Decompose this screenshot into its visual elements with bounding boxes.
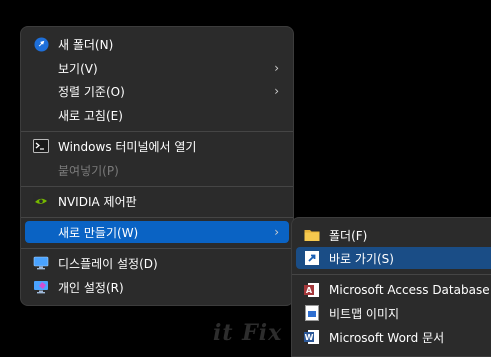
view-item[interactable]: 보기(V) › [25,57,289,79]
access-database-subitem[interactable]: A Microsoft Access Database [296,279,491,301]
shortcut-subitem[interactable]: 바로 가기(S) [296,247,491,269]
personalize-item[interactable]: 개인 설정(R) [25,276,289,298]
new-submenu: 폴더(F) 바로 가기(S) A Microsoft Access Databa… [291,217,491,357]
terminal-icon [33,138,49,154]
chevron-right-icon: › [274,84,279,98]
new-folder-item[interactable]: 새 폴더(N) [25,33,289,55]
personalize-label: 개인 설정(R) [58,280,124,295]
refresh-item[interactable]: 새로 고침(E) [25,104,289,126]
nvidia-control-panel-item[interactable]: NVIDIA 제어판 [25,190,289,212]
word-icon: W [304,329,320,345]
shortcut-label: 바로 가기(S) [329,251,394,266]
bitmap-image-subitem[interactable]: 비트맵 이미지 [296,302,491,324]
paste-label: 붙여넣기(P) [58,163,119,178]
sort-by-label: 정렬 기준(O) [58,84,125,99]
desktop-context-menu: 새 폴더(N) 보기(V) › 정렬 기준(O) › 새로 고침(E) Wind… [20,26,294,306]
new-label: 새로 만들기(W) [58,225,139,240]
separator [21,186,293,187]
separator [21,131,293,132]
svg-text:A: A [306,286,313,295]
terminal-label: Windows 터미널에서 열기 [58,139,197,154]
watermark: it Fix [213,320,283,346]
personalize-icon [33,279,49,295]
new-folder-subitem[interactable]: 폴더(F) [296,224,491,246]
access-label: Microsoft Access Database [329,283,490,297]
access-icon: A [304,282,320,298]
separator [292,274,491,275]
chevron-right-icon: › [274,225,279,239]
separator [21,217,293,218]
new-folder-label: 새 폴더(N) [58,37,114,52]
word-label: Microsoft Word 문서 [329,330,445,345]
bitmap-icon [304,305,320,321]
svg-text:W: W [305,333,314,342]
folder-label: 폴더(F) [329,228,368,243]
word-document-subitem[interactable]: W Microsoft Word 문서 [296,326,491,348]
bitmap-label: 비트맵 이미지 [329,306,400,321]
new-item[interactable]: 새로 만들기(W) › [25,221,289,243]
refresh-label: 새로 고침(E) [58,108,123,123]
sort-by-item[interactable]: 정렬 기준(O) › [25,80,289,102]
display-icon [33,255,49,271]
nvidia-icon [33,193,49,209]
new-folder-icon [33,36,49,52]
folder-icon [304,227,320,243]
paste-item: 붙여넣기(P) [25,159,289,181]
separator [21,248,293,249]
nvidia-label: NVIDIA 제어판 [58,194,137,209]
view-label: 보기(V) [58,61,98,76]
display-settings-item[interactable]: 디스플레이 설정(D) [25,252,289,274]
display-settings-label: 디스플레이 설정(D) [58,256,158,271]
chevron-right-icon: › [274,61,279,75]
open-terminal-item[interactable]: Windows 터미널에서 열기 [25,135,289,157]
shortcut-icon [304,250,320,266]
